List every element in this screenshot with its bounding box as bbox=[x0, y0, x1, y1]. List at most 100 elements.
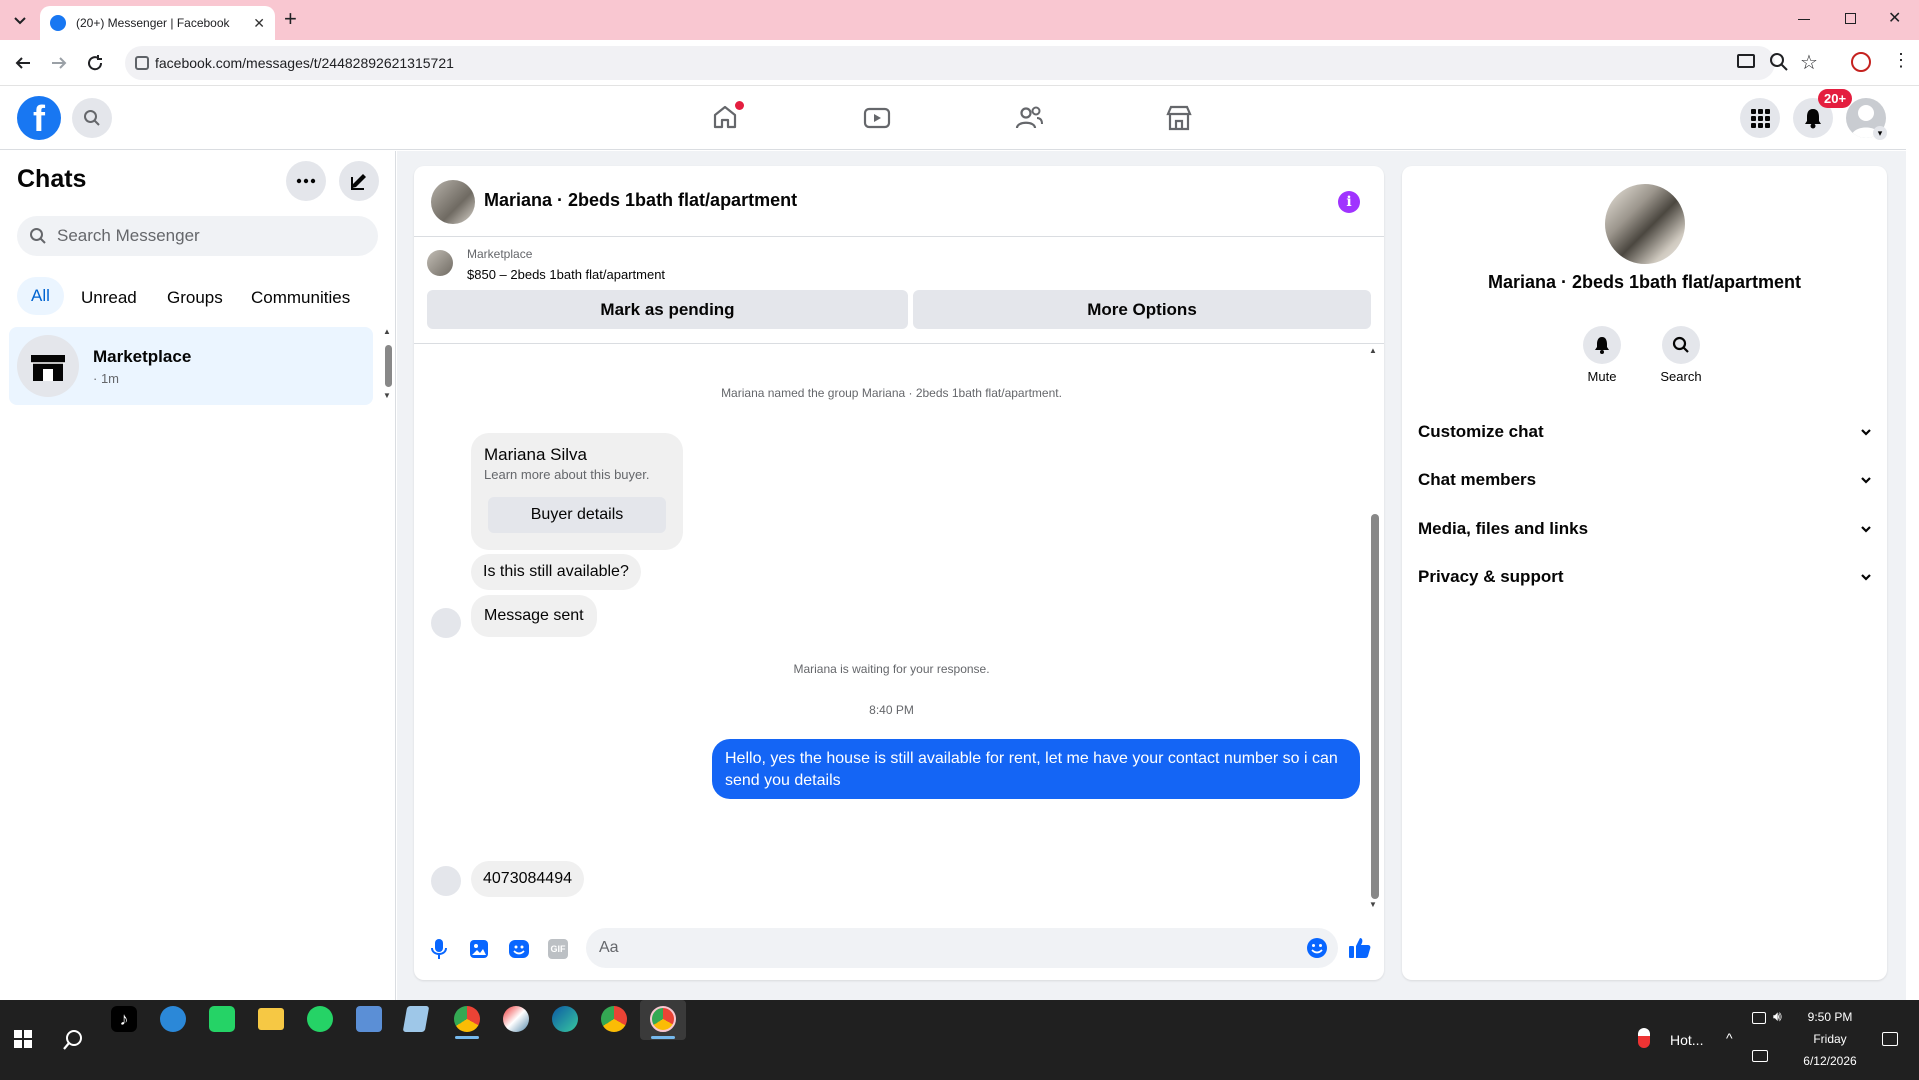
browser-menu-icon[interactable]: ⋮ bbox=[1892, 50, 1910, 71]
system-message-waiting: Mariana is waiting for your response. bbox=[793, 662, 990, 676]
page-scrollbar[interactable] bbox=[1906, 86, 1919, 1000]
chats-options-button[interactable] bbox=[286, 161, 326, 201]
facebook-favicon-icon bbox=[50, 15, 66, 31]
info-avatar[interactable] bbox=[1605, 184, 1685, 264]
search-conversation-button[interactable] bbox=[1662, 326, 1700, 364]
message-scroll-up-icon[interactable]: ▲ bbox=[1369, 346, 1377, 355]
scroll-up-arrow-icon[interactable]: ▲ bbox=[383, 327, 391, 336]
message-scroll-down-icon[interactable]: ▼ bbox=[1369, 900, 1377, 909]
chrome-pink-icon[interactable] bbox=[650, 1006, 676, 1032]
more-options-button[interactable]: More Options bbox=[913, 290, 1371, 329]
facebook-search-button[interactable] bbox=[72, 98, 112, 138]
whatsapp-business-icon[interactable] bbox=[209, 1006, 235, 1032]
address-bar[interactable]: facebook.com/messages/t/2448289262131572… bbox=[125, 46, 1775, 80]
taskbar-search-icon[interactable] bbox=[62, 1029, 84, 1051]
notification-center-icon[interactable] bbox=[1882, 1032, 1898, 1046]
clock-day[interactable]: Friday bbox=[1800, 1032, 1860, 1046]
window-restore-icon[interactable] bbox=[1845, 13, 1856, 24]
clock-date[interactable]: 6/12/2026 bbox=[1795, 1054, 1865, 1068]
file-explorer-icon[interactable] bbox=[258, 1008, 284, 1030]
media-files-links-section[interactable]: Media, files and links bbox=[1418, 509, 1873, 549]
chrome-icon[interactable] bbox=[601, 1006, 627, 1032]
new-tab-button[interactable]: + bbox=[284, 6, 297, 32]
zoom-icon[interactable] bbox=[1769, 52, 1789, 72]
filter-tab-label: All bbox=[31, 286, 50, 305]
incoming-message-available[interactable]: Is this still available? bbox=[471, 554, 641, 590]
back-icon[interactable] bbox=[14, 54, 32, 72]
privacy-support-section[interactable]: Privacy & support bbox=[1418, 557, 1873, 597]
section-label: Privacy & support bbox=[1418, 567, 1564, 586]
scroll-down-arrow-icon[interactable]: ▼ bbox=[383, 391, 391, 400]
buyer-details-button[interactable]: Buyer details bbox=[488, 497, 666, 533]
browser-tab-strip: (20+) Messenger | Facebook ✕ + ✕ bbox=[0, 0, 1919, 40]
filter-tab-unread[interactable]: Unread bbox=[81, 288, 137, 308]
mark-as-pending-button[interactable]: Mark as pending bbox=[427, 290, 908, 329]
tab-search-button[interactable] bbox=[10, 10, 30, 30]
network-icon[interactable] bbox=[1752, 1050, 1768, 1062]
sender-avatar-reply[interactable] bbox=[431, 866, 461, 896]
bookmark-star-icon[interactable]: ☆ bbox=[1800, 50, 1818, 75]
gif-icon[interactable]: GIF bbox=[548, 939, 568, 959]
account-chevron-icon[interactable]: ▾ bbox=[1873, 126, 1887, 140]
chat-list-scrollbar[interactable] bbox=[385, 345, 392, 387]
facebook-logo-icon[interactable]: f bbox=[17, 96, 61, 140]
site-info-icon[interactable] bbox=[135, 56, 149, 70]
sender-avatar[interactable] bbox=[431, 608, 461, 638]
chat-list-item[interactable]: Marketplace · 1m bbox=[9, 327, 373, 405]
whatsapp-icon[interactable] bbox=[307, 1006, 333, 1032]
message-scrollbar[interactable] bbox=[1371, 514, 1379, 899]
control-panel-icon[interactable] bbox=[356, 1006, 382, 1032]
volume-icon[interactable]: 🔊︎ bbox=[1773, 1008, 1782, 1025]
chrome-profile-icon[interactable] bbox=[454, 1006, 480, 1032]
filter-tab-all[interactable]: All bbox=[17, 277, 64, 315]
chat-members-section[interactable]: Chat members bbox=[1418, 460, 1873, 500]
tray-chevron-icon[interactable]: ^ bbox=[1726, 1030, 1733, 1046]
search-messenger-input[interactable]: Search Messenger bbox=[17, 216, 378, 256]
customize-chat-section[interactable]: Customize chat bbox=[1418, 412, 1873, 452]
search-placeholder: Search Messenger bbox=[57, 226, 200, 245]
sticker-icon[interactable] bbox=[508, 939, 530, 959]
outgoing-message[interactable]: Hello, yes the house is still available … bbox=[712, 739, 1360, 799]
new-message-button[interactable] bbox=[339, 161, 379, 201]
edge-legacy-icon[interactable] bbox=[160, 1006, 186, 1032]
emoji-icon[interactable] bbox=[1306, 937, 1328, 959]
window-close-icon[interactable]: ✕ bbox=[1888, 8, 1901, 28]
incoming-message-phone[interactable]: 4073084494 bbox=[471, 861, 584, 897]
photo-icon[interactable] bbox=[469, 939, 489, 959]
meet-now-icon[interactable] bbox=[1752, 1012, 1766, 1024]
weather-icon[interactable] bbox=[1638, 1028, 1650, 1048]
window-minimize-icon[interactable] bbox=[1798, 19, 1810, 20]
edge-icon[interactable] bbox=[552, 1006, 578, 1032]
notepad-icon[interactable] bbox=[402, 1006, 430, 1032]
windows-start-icon[interactable] bbox=[14, 1030, 32, 1048]
filter-tab-groups[interactable]: Groups bbox=[167, 288, 223, 308]
reload-icon[interactable] bbox=[86, 54, 104, 72]
conversation-info-icon[interactable]: i bbox=[1338, 191, 1360, 213]
buyer-subtitle: Learn more about this buyer. bbox=[484, 467, 650, 482]
marketplace-nav-icon[interactable] bbox=[1165, 104, 1193, 132]
weather-text[interactable]: Hot... bbox=[1670, 1032, 1703, 1048]
message-input[interactable]: Aa bbox=[586, 928, 1338, 968]
microphone-icon[interactable] bbox=[429, 938, 449, 960]
tab-close-icon[interactable]: ✕ bbox=[253, 15, 265, 32]
listing-title[interactable]: $850 – 2beds 1bath flat/apartment bbox=[467, 267, 665, 282]
profile-icon[interactable] bbox=[1851, 52, 1871, 72]
conversation-title[interactable]: Mariana · 2beds 1bath flat/apartment bbox=[484, 190, 797, 211]
menu-grid-button[interactable] bbox=[1740, 98, 1780, 138]
friends-nav-icon[interactable] bbox=[1014, 104, 1044, 132]
filter-tab-communities[interactable]: Communities bbox=[251, 288, 350, 308]
install-app-icon[interactable] bbox=[1737, 54, 1755, 68]
listing-thumbnail[interactable] bbox=[427, 250, 453, 276]
clock-time[interactable]: 9:50 PM bbox=[1800, 1010, 1860, 1024]
tiktok-icon[interactable]: ♪ bbox=[111, 1006, 137, 1032]
incoming-message-sent[interactable]: Message sent bbox=[471, 595, 597, 637]
mute-button[interactable] bbox=[1583, 326, 1621, 364]
message-input-placeholder: Aa bbox=[599, 939, 619, 956]
conversation-avatar[interactable] bbox=[431, 180, 475, 224]
like-thumb-icon[interactable] bbox=[1348, 936, 1372, 960]
active-tab[interactable]: (20+) Messenger | Facebook ✕ bbox=[40, 6, 275, 40]
watch-nav-icon[interactable] bbox=[863, 105, 891, 131]
paint-icon[interactable] bbox=[503, 1006, 529, 1032]
forward-icon[interactable] bbox=[50, 54, 68, 72]
search-label: Search bbox=[1660, 369, 1702, 384]
